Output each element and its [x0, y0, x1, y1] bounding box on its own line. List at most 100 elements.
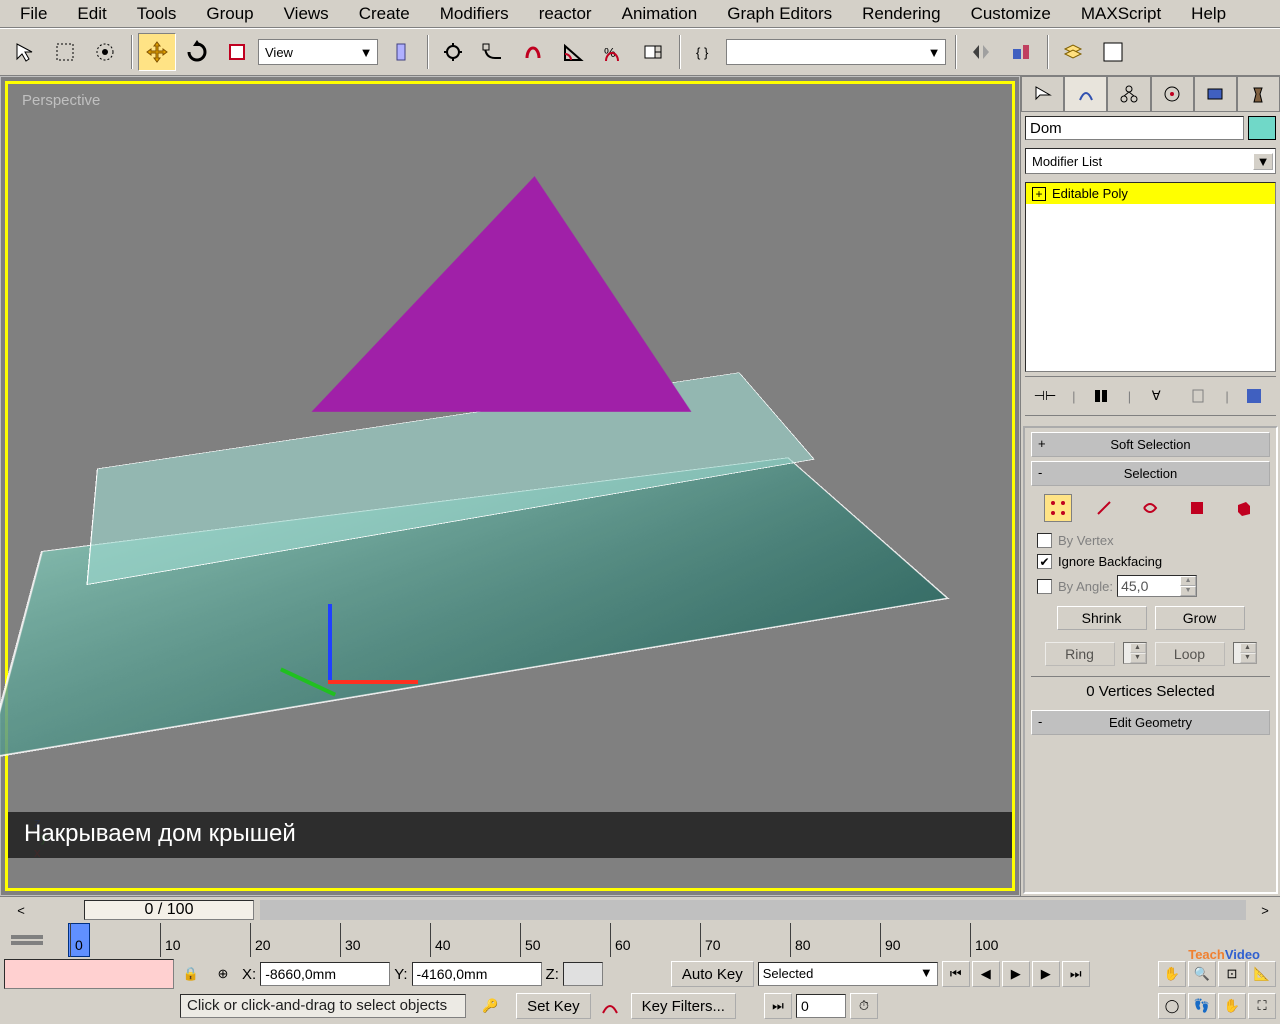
select-object-icon[interactable] — [6, 33, 44, 71]
coord-x-field[interactable] — [260, 962, 390, 986]
tab-create[interactable] — [1021, 76, 1064, 111]
mirror-icon[interactable] — [962, 33, 1000, 71]
rollouts-area[interactable]: +Soft Selection -Selection By Vertex ✔Ig… — [1023, 426, 1278, 894]
pan-icon[interactable]: ✋ — [1218, 993, 1246, 1019]
menu-group[interactable]: Group — [192, 0, 267, 28]
rollout-soft-selection[interactable]: +Soft Selection — [1031, 432, 1270, 457]
keyboard-shortcut-icon[interactable] — [474, 33, 512, 71]
set-key-button[interactable]: Set Key — [516, 993, 591, 1019]
key-filters-button[interactable]: Key Filters... — [631, 993, 736, 1019]
tab-hierarchy[interactable] — [1107, 76, 1150, 111]
subobj-vertex-icon[interactable] — [1044, 494, 1072, 522]
select-manipulate-icon[interactable] — [434, 33, 472, 71]
layers-icon[interactable] — [1054, 33, 1092, 71]
goto-start-icon[interactable]: ⏮ — [942, 961, 970, 987]
arc-rotate-icon[interactable]: ◯ — [1158, 993, 1186, 1019]
snap-spinner-icon[interactable] — [634, 33, 672, 71]
pin-stack-icon[interactable]: ⊣⊢ — [1030, 382, 1060, 410]
coord-y-field[interactable] — [412, 962, 542, 986]
scale-icon[interactable] — [218, 33, 256, 71]
menu-reactor[interactable]: reactor — [525, 0, 606, 28]
lock-selection-icon[interactable]: 🔒 — [178, 961, 204, 987]
object-color-swatch[interactable] — [1248, 116, 1276, 140]
by-angle-checkbox[interactable]: By Angle: ▲▼ — [1031, 572, 1270, 600]
rollout-edit-geometry[interactable]: -Edit Geometry — [1031, 710, 1270, 735]
menu-modifiers[interactable]: Modifiers — [426, 0, 523, 28]
auto-key-button[interactable]: Auto Key — [671, 961, 754, 987]
menu-help[interactable]: Help — [1177, 0, 1240, 28]
menu-maxscript[interactable]: MAXScript — [1067, 0, 1175, 28]
show-result-icon[interactable] — [1086, 382, 1116, 410]
named-selection-dropdown[interactable]: ▼ — [726, 39, 946, 65]
roof-geometry — [311, 176, 724, 412]
timeline-left-icon[interactable]: < — [8, 899, 34, 921]
menu-animation[interactable]: Animation — [608, 0, 712, 28]
shrink-button[interactable]: Shrink — [1057, 606, 1147, 630]
goto-end-icon[interactable]: ⏭ — [1062, 961, 1090, 987]
maximize-viewport-icon[interactable]: ⛶ — [1248, 993, 1276, 1019]
expand-icon[interactable]: + — [1032, 187, 1046, 201]
rollout-selection[interactable]: -Selection — [1031, 461, 1270, 486]
play-icon[interactable]: ▶ — [1002, 961, 1030, 987]
ring-button[interactable]: Ring — [1045, 642, 1115, 666]
viewport-perspective[interactable]: Perspective z yx Накрываем дом крышей — [1, 77, 1019, 895]
make-unique-icon[interactable]: ∀ — [1141, 382, 1171, 410]
tab-motion[interactable] — [1151, 76, 1194, 111]
named-selection-icon[interactable]: { } — [686, 33, 724, 71]
goto-end-icon-2[interactable]: ⏭ — [764, 993, 792, 1019]
ignore-backfacing-checkbox[interactable]: ✔Ignore Backfacing — [1031, 551, 1270, 572]
menu-customize[interactable]: Customize — [957, 0, 1065, 28]
remove-modifier-icon[interactable] — [1183, 382, 1213, 410]
center-pivot-icon[interactable] — [382, 33, 420, 71]
ref-coord-dropdown[interactable]: View▼ — [258, 39, 378, 65]
align-icon[interactable] — [1002, 33, 1040, 71]
angle-spinner[interactable]: ▲▼ — [1117, 575, 1197, 597]
key-mode-dropdown[interactable]: Selected▼ — [758, 962, 938, 986]
configure-sets-icon[interactable] — [1239, 382, 1269, 410]
select-rect-icon[interactable] — [46, 33, 84, 71]
coord-z-field[interactable] — [563, 962, 603, 986]
current-frame-field[interactable] — [796, 994, 846, 1018]
snap-angle-icon[interactable] — [554, 33, 592, 71]
menu-create[interactable]: Create — [345, 0, 424, 28]
key-filters-icon[interactable] — [595, 993, 625, 1019]
frame-indicator[interactable]: 0 / 100 — [84, 900, 254, 920]
curve-editor-icon[interactable] — [1094, 33, 1132, 71]
rotate-icon[interactable] — [178, 33, 216, 71]
subobj-element-icon[interactable] — [1229, 494, 1257, 522]
menu-views[interactable]: Views — [270, 0, 343, 28]
menu-graph-editors[interactable]: Graph Editors — [713, 0, 846, 28]
walk-through-icon[interactable]: 👣 — [1188, 993, 1216, 1019]
snap-3d-icon[interactable] — [514, 33, 552, 71]
subobj-polygon-icon[interactable] — [1183, 494, 1211, 522]
track-bar-icon[interactable] — [4, 925, 50, 953]
next-frame-icon[interactable]: ▶ — [1032, 961, 1060, 987]
time-ruler[interactable]: 0 10 20 30 40 50 60 70 80 90 100 — [0, 923, 1280, 957]
menu-edit[interactable]: Edit — [63, 0, 120, 28]
set-key-lock-icon[interactable]: 🔑 — [470, 993, 510, 1019]
timeline-right-icon[interactable]: > — [1252, 899, 1278, 921]
object-name-field[interactable] — [1025, 116, 1244, 140]
stack-item-editable-poly[interactable]: + Editable Poly — [1026, 183, 1275, 204]
track-view-mini[interactable] — [4, 959, 174, 989]
subobj-border-icon[interactable] — [1136, 494, 1164, 522]
tab-utilities[interactable] — [1237, 76, 1280, 111]
tab-modify[interactable] — [1064, 76, 1107, 111]
modifier-stack[interactable]: + Editable Poly — [1025, 182, 1276, 372]
tab-display[interactable] — [1194, 76, 1237, 111]
menu-rendering[interactable]: Rendering — [848, 0, 954, 28]
time-slider-track[interactable] — [260, 900, 1246, 920]
move-icon[interactable] — [138, 33, 176, 71]
loop-button[interactable]: Loop — [1155, 642, 1225, 666]
pan-view-icon[interactable]: ✋ — [1158, 961, 1186, 987]
prev-frame-icon[interactable]: ◀ — [972, 961, 1000, 987]
time-config-icon[interactable]: ⏱ — [850, 993, 878, 1019]
snap-percent-icon[interactable]: % — [594, 33, 632, 71]
menu-tools[interactable]: Tools — [123, 0, 191, 28]
absolute-transform-icon[interactable]: ⊕ — [210, 961, 236, 987]
subobj-edge-icon[interactable] — [1090, 494, 1118, 522]
menu-file[interactable]: File — [6, 0, 61, 28]
select-circle-icon[interactable] — [86, 33, 124, 71]
grow-button[interactable]: Grow — [1155, 606, 1245, 630]
modifier-list-dropdown[interactable]: Modifier List▼ — [1025, 148, 1276, 174]
